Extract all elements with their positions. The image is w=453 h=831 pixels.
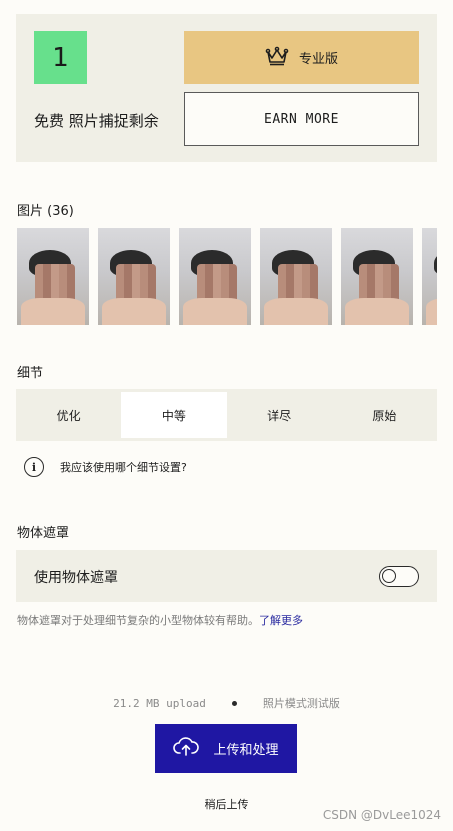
separator-dot <box>231 700 237 706</box>
photo-thumbnail[interactable] <box>341 228 413 325</box>
detail-title: 细节 <box>17 366 44 381</box>
credit-count-badge: 1 <box>34 31 87 84</box>
object-mask-label: 使用物体遮罩 <box>34 570 118 586</box>
toggle-knob <box>382 569 396 583</box>
detail-option-raw[interactable]: 原始 <box>332 389 437 441</box>
photo-thumbnail[interactable] <box>422 228 437 325</box>
upload-info: 21.2 MB upload 照片模式测试版 <box>0 695 453 711</box>
detail-selector: 优化 中等 详尽 原始 <box>16 389 437 441</box>
object-mask-description: 物体遮罩对于处理细节复杂的小型物体较有帮助。了解更多 <box>17 612 303 628</box>
upload-size: 21.2 MB upload <box>113 696 206 710</box>
pro-button[interactable]: 专业版 <box>184 31 419 84</box>
upload-and-process-button[interactable]: 上传和处理 <box>155 724 297 773</box>
photos-title: 图片 (36) <box>17 204 74 219</box>
learn-more-link[interactable]: 了解更多 <box>259 614 303 627</box>
object-mask-description-text: 物体遮罩对于处理细节复杂的小型物体较有帮助。 <box>17 614 259 627</box>
detail-option-optimized[interactable]: 优化 <box>16 389 121 441</box>
credit-label: 免费 照片捕捉剩余 <box>34 112 159 130</box>
detail-help-text: 我应该使用哪个细节设置? <box>60 461 187 474</box>
object-mask-toggle[interactable] <box>379 566 419 587</box>
photo-thumbnail[interactable] <box>17 228 89 325</box>
crown-icon <box>265 46 289 69</box>
detail-help-link[interactable]: i 我应该使用哪个细节设置? <box>24 457 187 477</box>
photo-thumbnail[interactable] <box>179 228 251 325</box>
photo-thumbnail[interactable] <box>260 228 332 325</box>
object-mask-title: 物体遮罩 <box>17 526 70 541</box>
detail-option-medium[interactable]: 中等 <box>121 392 227 438</box>
upload-mode: 照片模式测试版 <box>262 697 340 710</box>
earn-more-button[interactable]: EARN MORE <box>184 92 419 146</box>
pro-button-label: 专业版 <box>298 51 338 66</box>
cloud-upload-icon <box>173 737 200 760</box>
detail-option-full[interactable]: 详尽 <box>227 389 332 441</box>
upload-button-label: 上传和处理 <box>213 742 279 757</box>
watermark: CSDN @DvLee1024 <box>322 808 441 822</box>
info-icon: i <box>24 457 44 477</box>
photo-strip[interactable] <box>17 228 437 325</box>
photo-thumbnail[interactable] <box>98 228 170 325</box>
credit-count: 1 <box>52 42 69 73</box>
object-mask-row: 使用物体遮罩 <box>16 550 437 602</box>
credits-card: 1 免费 照片捕捉剩余 专业版 EARN MORE <box>16 14 437 162</box>
